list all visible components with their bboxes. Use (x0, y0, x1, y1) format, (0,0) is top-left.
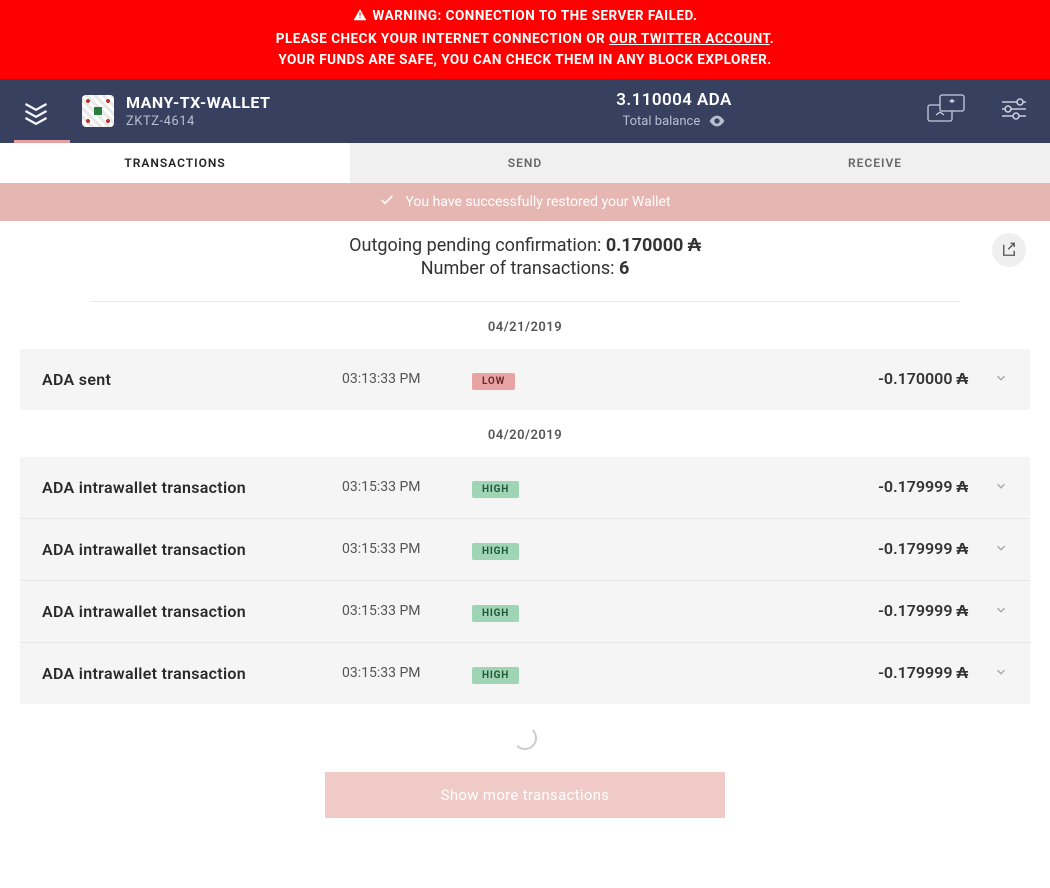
show-more-button[interactable]: Show more transactions (325, 772, 725, 818)
tx-type: ADA sent (42, 370, 342, 389)
wallet-identicon (82, 95, 114, 127)
warning-line1: WARNING: CONNECTION TO THE SERVER FAILED… (373, 8, 698, 24)
pending-label: Outgoing pending confirmation: (349, 235, 606, 256)
toggle-balance-icon[interactable] (709, 115, 725, 131)
tx-time: 03:15:33 PM (342, 541, 472, 557)
pending-summary: Outgoing pending confirmation: 0.170000 … (90, 235, 960, 256)
chevron-down-icon (968, 602, 1008, 621)
tab-transactions[interactable]: TRANSACTIONS (0, 143, 350, 183)
tx-count-summary: Number of transactions: 6 (90, 258, 960, 279)
assurance-badge: HIGH (472, 667, 519, 684)
tx-type: ADA intrawallet transaction (42, 540, 342, 559)
twitter-link[interactable]: OUR TWITTER ACCOUNT (609, 31, 770, 47)
warning-banner: WARNING: CONNECTION TO THE SERVER FAILED… (0, 0, 1050, 79)
warning-line2-pre: PLEASE CHECK YOUR INTERNET CONNECTION OR (276, 31, 609, 47)
notice-text: You have successfully restored your Wall… (405, 194, 670, 210)
date-header: 04/21/2019 (20, 302, 1030, 349)
chevron-down-icon (968, 370, 1008, 389)
tab-receive[interactable]: RECEIVE (700, 143, 1050, 183)
balance-amount: 3.110004 ADA (422, 90, 926, 110)
tx-time: 03:13:33 PM (342, 371, 472, 387)
checkmark-icon (379, 192, 395, 212)
transaction-row[interactable]: ADA intrawallet transaction03:15:33 PMHI… (20, 519, 1030, 581)
balance-label: Total balance (623, 114, 701, 129)
assurance-badge: LOW (472, 373, 515, 390)
summary-divider (90, 301, 960, 302)
wallet-plate: ZKTZ-4614 (126, 114, 270, 129)
assurance-badge: HIGH (472, 605, 519, 622)
tx-amount: -0.179999 ₳ (572, 663, 968, 683)
tx-amount: -0.179999 ₳ (572, 539, 968, 559)
tx-amount: -0.179999 ₳ (572, 477, 968, 497)
transaction-row[interactable]: ADA intrawallet transaction03:15:33 PMHI… (20, 643, 1030, 704)
app-logo[interactable] (22, 97, 82, 125)
transaction-group: ADA intrawallet transaction03:15:33 PMHI… (20, 457, 1030, 704)
tx-type: ADA intrawallet transaction (42, 664, 342, 683)
transaction-row[interactable]: ADA intrawallet transaction03:15:33 PMHI… (20, 457, 1030, 519)
tx-amount: -0.170000 ₳ (572, 369, 968, 389)
date-header: 04/20/2019 (20, 410, 1030, 457)
warning-line3: YOUR FUNDS ARE SAFE, YOU CAN CHECK THEM … (0, 50, 1050, 71)
loading-spinner (513, 726, 537, 750)
tx-time: 03:15:33 PM (342, 665, 472, 681)
tx-time: 03:15:33 PM (342, 603, 472, 619)
balance-area: 3.110004 ADA Total balance (422, 90, 926, 131)
chevron-down-icon (968, 664, 1008, 683)
wallet-tabs: TRANSACTIONS SEND RECEIVE (0, 143, 1050, 183)
wallet-info[interactable]: MANY-TX-WALLET ZKTZ-4614 (82, 93, 422, 129)
pending-value: 0.170000 ₳ (606, 235, 701, 256)
transaction-row[interactable]: ADA intrawallet transaction03:15:33 PMHI… (20, 581, 1030, 643)
tab-send[interactable]: SEND (350, 143, 700, 183)
count-value: 6 (619, 258, 629, 279)
tx-type: ADA intrawallet transaction (42, 478, 342, 497)
warning-icon (353, 8, 367, 29)
tx-time: 03:15:33 PM (342, 479, 472, 495)
settings-button[interactable] (1000, 97, 1028, 125)
accent-underline (14, 140, 70, 143)
transaction-row[interactable]: ADA sent03:13:33 PMLOW -0.170000 ₳ (20, 349, 1030, 410)
assurance-badge: HIGH (472, 543, 519, 560)
wallets-button[interactable] (926, 93, 966, 129)
chevron-down-icon (968, 540, 1008, 559)
chevron-down-icon (968, 478, 1008, 497)
assurance-badge: HIGH (472, 481, 519, 498)
tx-amount: -0.179999 ₳ (572, 601, 968, 621)
restore-notice: You have successfully restored your Wall… (0, 183, 1050, 221)
transaction-group: ADA sent03:13:33 PMLOW -0.170000 ₳ (20, 349, 1030, 410)
export-button[interactable] (992, 233, 1026, 267)
tx-type: ADA intrawallet transaction (42, 602, 342, 621)
wallet-name: MANY-TX-WALLET (126, 93, 270, 112)
count-label: Number of transactions: (421, 258, 619, 279)
app-header: MANY-TX-WALLET ZKTZ-4614 3.110004 ADA To… (0, 79, 1050, 143)
warning-line2-post: . (770, 31, 774, 47)
